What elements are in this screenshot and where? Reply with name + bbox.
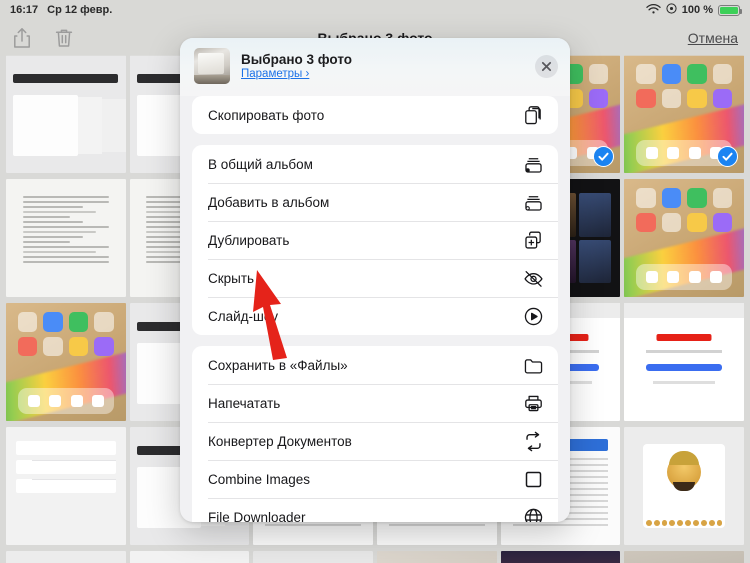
share-icon[interactable]: [12, 27, 32, 49]
wifi-icon: [646, 3, 661, 18]
action-row[interactable]: Скопировать фото: [192, 96, 558, 134]
action-group: Скопировать фото: [192, 96, 558, 134]
folder-icon: [523, 355, 544, 376]
action-row[interactable]: Слайд-шоу: [192, 297, 558, 335]
close-icon[interactable]: [535, 54, 558, 78]
action-row[interactable]: Сохранить в «Файлы»: [192, 346, 558, 384]
action-row[interactable]: Напечатать: [192, 384, 558, 422]
action-group: Сохранить в «Файлы» Напечатать Конвертер Д…: [192, 346, 558, 522]
selected-checkmark-icon: [716, 146, 738, 167]
photo-thumbnail-item[interactable]: [6, 303, 126, 421]
photo-thumbnail-item[interactable]: [624, 179, 744, 297]
photo-thumbnail-item[interactable]: [624, 303, 744, 421]
action-row[interactable]: File Downloader: [192, 498, 558, 522]
cancel-button[interactable]: Отмена: [688, 30, 738, 46]
share-sheet-actions: Скопировать фото В общий альбом Добавить в…: [180, 96, 570, 522]
share-sheet-title: Выбрано 3 фото: [241, 52, 353, 67]
photo-thumbnail-item[interactable]: [253, 551, 373, 563]
copy-icon: [523, 105, 544, 126]
battery-percent-label: 100 %: [681, 4, 713, 16]
photo-thumbnail-item[interactable]: [129, 551, 250, 563]
action-label: Combine Images: [208, 471, 311, 487]
ipad-photos-share-sheet-screen: 16:17 Ср 12 февр. 100 % Отмена Выбрано 3…: [0, 0, 750, 563]
action-label: Слайд-шоу: [208, 308, 278, 324]
add-to-album-icon: [523, 192, 544, 213]
action-label: Скопировать фото: [208, 107, 325, 123]
shared-album-icon: [523, 154, 544, 175]
action-label: Сохранить в «Файлы»: [208, 357, 348, 373]
duplicate-icon: [523, 230, 544, 251]
action-row[interactable]: Конвертер Документов: [192, 422, 558, 460]
action-group: В общий альбом Добавить в альбом Дублирова…: [192, 145, 558, 335]
action-row[interactable]: Скрыть: [192, 259, 558, 297]
photo-thumbnail-item[interactable]: [500, 551, 621, 563]
convert-arrows-icon: [523, 431, 544, 452]
photo-thumbnail: [194, 48, 230, 84]
square-icon: [523, 469, 544, 490]
action-label: Конвертер Документов: [208, 433, 352, 449]
options-link[interactable]: Параметры ›: [241, 68, 352, 80]
photo-thumbnail-item[interactable]: [624, 551, 744, 563]
printer-icon: [523, 393, 544, 414]
location-icon: [666, 3, 677, 17]
action-row[interactable]: Combine Images: [192, 460, 558, 498]
action-label: Скрыть: [208, 270, 255, 286]
share-sheet: Выбрано 3 фото Параметры › Скопировать ф…: [180, 38, 570, 522]
action-row[interactable]: Дублировать: [192, 221, 558, 259]
action-label: Дублировать: [208, 232, 290, 248]
action-label: Добавить в альбом: [208, 194, 330, 210]
photo-thumbnail-item[interactable]: [624, 427, 744, 545]
battery-full-icon: [718, 4, 742, 16]
status-date: Ср 12 февр.: [47, 4, 113, 16]
photo-thumbnail-item[interactable]: [6, 179, 126, 297]
hide-eye-icon: [523, 268, 544, 289]
photo-thumbnail-item[interactable]: [376, 551, 497, 563]
action-label: File Downloader: [208, 509, 306, 523]
action-label: В общий альбом: [208, 156, 313, 172]
photo-thumbnail-item[interactable]: [6, 55, 126, 173]
action-row[interactable]: В общий альбом: [192, 145, 558, 183]
share-sheet-header: Выбрано 3 фото Параметры ›: [180, 38, 570, 96]
globe-icon: [523, 507, 544, 522]
photo-thumbnail-item[interactable]: [6, 551, 126, 563]
status-bar: 16:17 Ср 12 февр. 100 %: [0, 0, 750, 20]
action-row[interactable]: Добавить в альбом: [192, 183, 558, 221]
status-time: 16:17: [10, 4, 39, 16]
action-label: Напечатать: [208, 395, 281, 411]
trash-icon[interactable]: [54, 27, 74, 49]
play-circle-icon: [523, 306, 544, 327]
photo-thumbnail-item[interactable]: [6, 427, 126, 545]
photo-thumbnail-item[interactable]: [624, 55, 744, 173]
